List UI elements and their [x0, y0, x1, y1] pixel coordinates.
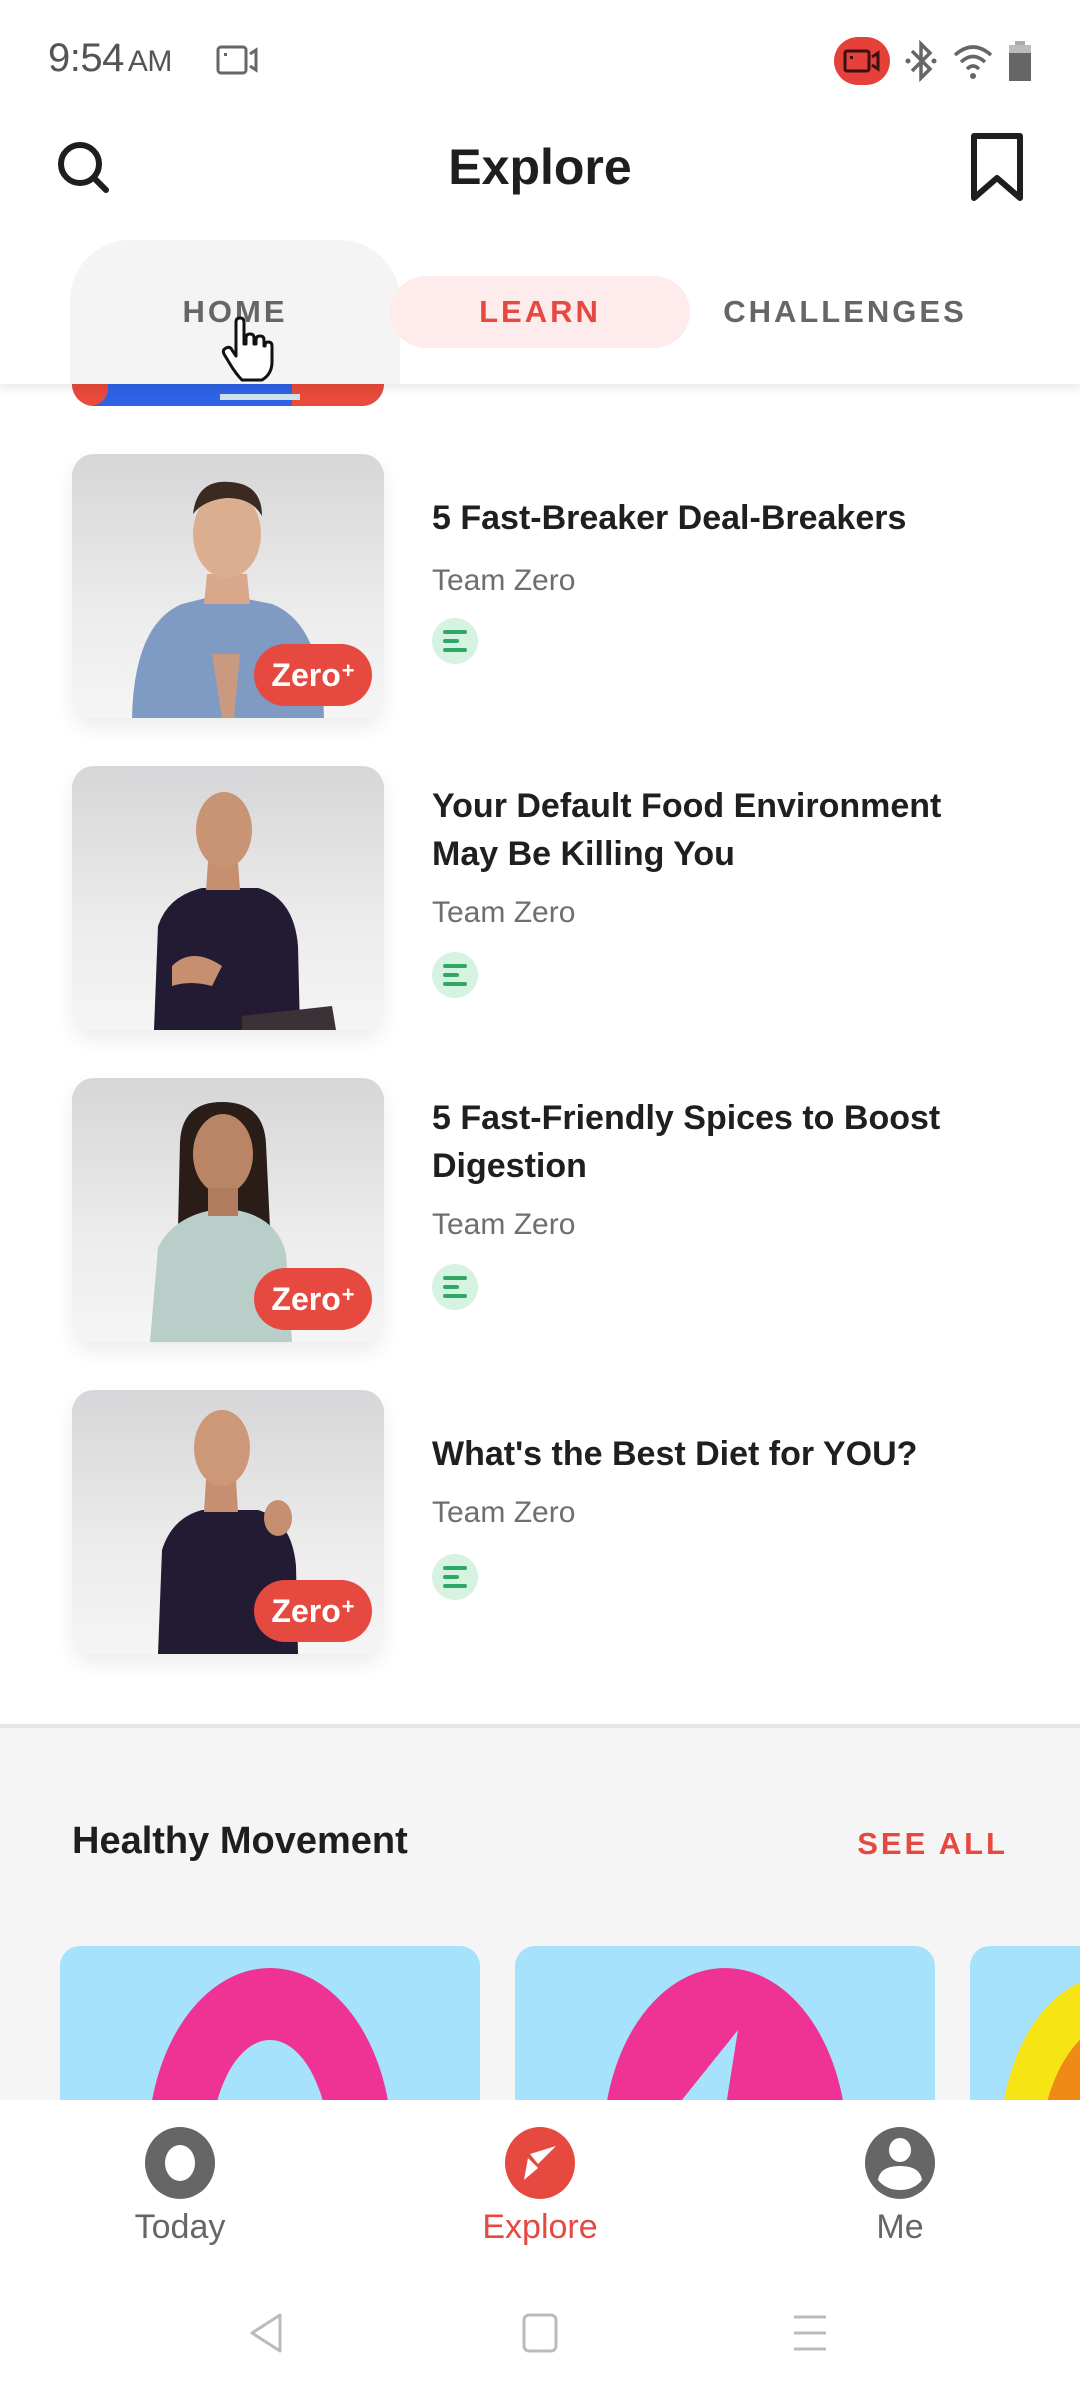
- ring-illustration-icon: [152, 1968, 388, 2100]
- tab-challenges[interactable]: CHALLENGES: [700, 276, 990, 348]
- article-title: 5 Fast-Friendly Spices to Boost Digestio…: [432, 1099, 941, 1185]
- compass-icon: [505, 2127, 575, 2199]
- status-time-value: 9:54: [48, 36, 124, 80]
- healthy-movement-section: Healthy Movement SEE ALL: [0, 1728, 1080, 2100]
- system-navigation-bar: [0, 2265, 1080, 2400]
- article-title: 5 Fast-Breaker Deal-Breakers: [432, 499, 907, 537]
- article-author: Team Zero: [432, 896, 576, 929]
- article-title: What's the Best Diet for YOU?: [432, 1435, 918, 1473]
- page-title: Explore: [448, 139, 632, 195]
- previous-article-thumbnail[interactable]: [72, 384, 384, 406]
- article-thumbnail: [72, 766, 384, 1030]
- article-text-icon: [432, 952, 478, 998]
- section-title: Healthy Movement: [72, 1820, 408, 1862]
- wifi-icon: [953, 45, 993, 79]
- article-title: Your Default Food Environment May Be Kil…: [432, 787, 942, 873]
- article-item[interactable]: Zero + What's the Best Diet for YOU? Team…: [72, 1390, 1012, 1654]
- article-author: Team Zero: [432, 564, 576, 597]
- screenshot-icon: [216, 45, 258, 75]
- nav-today[interactable]: Today: [80, 2126, 280, 2256]
- bookmark-icon[interactable]: [968, 132, 1026, 204]
- badge-text: Zero: [271, 1592, 341, 1629]
- badge-text: Zero: [271, 1280, 341, 1317]
- article-item[interactable]: Your Default Food Environment May Be Kil…: [72, 766, 1012, 1030]
- movement-card[interactable]: [515, 1946, 935, 2100]
- article-text-icon: [432, 618, 478, 664]
- system-home-button[interactable]: [510, 2303, 570, 2363]
- bottom-navigation: Today Explore Me: [0, 2100, 1080, 2265]
- tabs-bar: HOME LEARN CHALLENGES: [0, 240, 1080, 384]
- see-all-button[interactable]: SEE ALL: [857, 1826, 1008, 1862]
- badge-text: Zero: [271, 656, 341, 693]
- system-recents-button[interactable]: [780, 2303, 840, 2363]
- profile-icon: [865, 2127, 935, 2199]
- article-author: Team Zero: [432, 1496, 576, 1529]
- nav-explore-label: Explore: [482, 2208, 598, 2246]
- nav-me[interactable]: Me: [800, 2126, 1000, 2256]
- article-thumbnail: Zero +: [72, 454, 384, 718]
- nav-today-label: Today: [134, 2208, 226, 2246]
- status-bar: 9:54 AM: [0, 0, 1080, 120]
- battery-icon: [1009, 41, 1031, 81]
- movement-card[interactable]: [60, 1946, 480, 2100]
- article-thumbnail: Zero +: [72, 1390, 384, 1654]
- zero-plus-badge: Zero +: [254, 1268, 372, 1330]
- article-text-icon: [432, 1554, 478, 1600]
- badge-sup: +: [341, 1594, 355, 1619]
- zero-plus-badge: Zero +: [254, 1580, 372, 1642]
- home-square-icon: [522, 2313, 558, 2353]
- badge-sup: +: [341, 658, 355, 683]
- hand-cursor-icon: [221, 316, 274, 382]
- nav-me-label: Me: [876, 2208, 924, 2246]
- back-triangle-icon: [250, 2313, 282, 2353]
- system-back-button[interactable]: [236, 2303, 296, 2363]
- app-header: Explore: [0, 120, 1080, 240]
- bluetooth-icon: [905, 39, 937, 83]
- status-time: 9:54 AM: [48, 36, 172, 81]
- status-icons: [834, 36, 1032, 86]
- zero-plus-badge: Zero +: [254, 644, 372, 706]
- presenter-photo: [154, 792, 336, 1030]
- tab-learn-label: LEARN: [479, 294, 601, 329]
- article-item[interactable]: Zero + 5 Fast-Friendly Spices to Boost Di…: [72, 1078, 1012, 1342]
- recents-menu-icon: [794, 2315, 826, 2351]
- article-text-icon: [432, 1264, 478, 1310]
- screen-record-icon: [834, 37, 890, 85]
- sunrise-illustration-icon: [1004, 1982, 1080, 2100]
- movement-card[interactable]: [970, 1946, 1080, 2100]
- status-time-ampm: AM: [127, 45, 173, 78]
- tab-learn[interactable]: LEARN: [390, 276, 690, 348]
- badge-sup: +: [341, 1282, 355, 1307]
- today-ring-icon: [145, 2127, 215, 2199]
- nav-explore[interactable]: Explore: [440, 2126, 640, 2256]
- article-author: Team Zero: [432, 1208, 576, 1241]
- article-item[interactable]: Zero + 5 Fast-Breaker Deal-Breakers Team …: [72, 454, 1012, 718]
- lightning-illustration-icon: [607, 1968, 843, 2100]
- article-thumbnail: Zero +: [72, 1078, 384, 1342]
- tab-challenges-label: CHALLENGES: [723, 294, 967, 329]
